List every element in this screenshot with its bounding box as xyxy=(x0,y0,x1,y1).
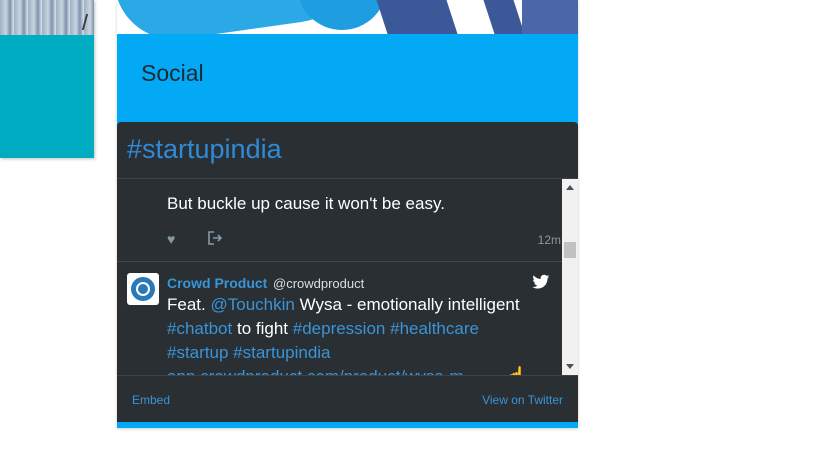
tweet-author-name[interactable]: Crowd Product xyxy=(167,275,267,291)
twitter-bird-icon[interactable] xyxy=(532,274,550,290)
hashtag-link[interactable]: #startupindia xyxy=(233,343,330,362)
twitter-widget: #startupindia But buckle up cause it won… xyxy=(117,122,578,422)
mention-link[interactable]: @Touchkin xyxy=(210,295,294,314)
hashtag-link[interactable]: #startup xyxy=(167,343,228,362)
tweet-timeline[interactable]: But buckle up cause it won't be easy. ♥ … xyxy=(117,179,578,375)
tweet-text: But buckle up cause it won't be easy. xyxy=(167,194,445,213)
social-banner-image xyxy=(117,0,578,34)
hashtag-link[interactable]: #chatbot xyxy=(167,319,232,338)
scrollbar-thumb[interactable] xyxy=(564,242,576,258)
tweet-actions: ♥ 12m xyxy=(167,230,561,248)
widget-footer: Embed View on Twitter xyxy=(117,375,578,423)
heart-icon[interactable]: ♥ xyxy=(167,231,175,247)
tweet-text: Feat. @Touchkin Wysa - emotionally intel… xyxy=(167,293,557,375)
tweet-url-link[interactable]: app.crowdproduct.com/product/wysa-m... xyxy=(167,367,478,375)
timeline-scrollbar[interactable] xyxy=(562,179,578,375)
social-card-title: Social xyxy=(141,60,204,86)
crowd-product-avatar[interactable] xyxy=(127,273,159,305)
scroll-down-arrow-icon[interactable] xyxy=(566,364,574,369)
hashtag-link[interactable]: #healthcare xyxy=(390,319,479,338)
point-up-emoji: ☝ xyxy=(505,366,527,375)
scroll-up-arrow-icon[interactable] xyxy=(566,185,574,190)
left-card-image xyxy=(0,0,94,35)
tweet: Crowd Product @crowdproduct Feat. @Touch… xyxy=(117,262,562,375)
tweet-timestamp[interactable]: 12m xyxy=(538,233,561,247)
embed-link[interactable]: Embed xyxy=(132,393,170,407)
widget-header: #startupindia xyxy=(117,122,578,179)
left-card-body xyxy=(0,35,94,158)
share-icon[interactable] xyxy=(207,230,223,246)
view-on-twitter-link[interactable]: View on Twitter xyxy=(482,393,563,407)
hashtag-title-link[interactable]: #startupindia xyxy=(127,134,282,165)
social-card: Social #startupindia But buckle up cause… xyxy=(117,0,578,428)
left-card[interactable] xyxy=(0,0,94,158)
tweet-author-handle[interactable]: @crowdproduct xyxy=(273,276,364,291)
hashtag-link[interactable]: #depression xyxy=(293,319,386,338)
